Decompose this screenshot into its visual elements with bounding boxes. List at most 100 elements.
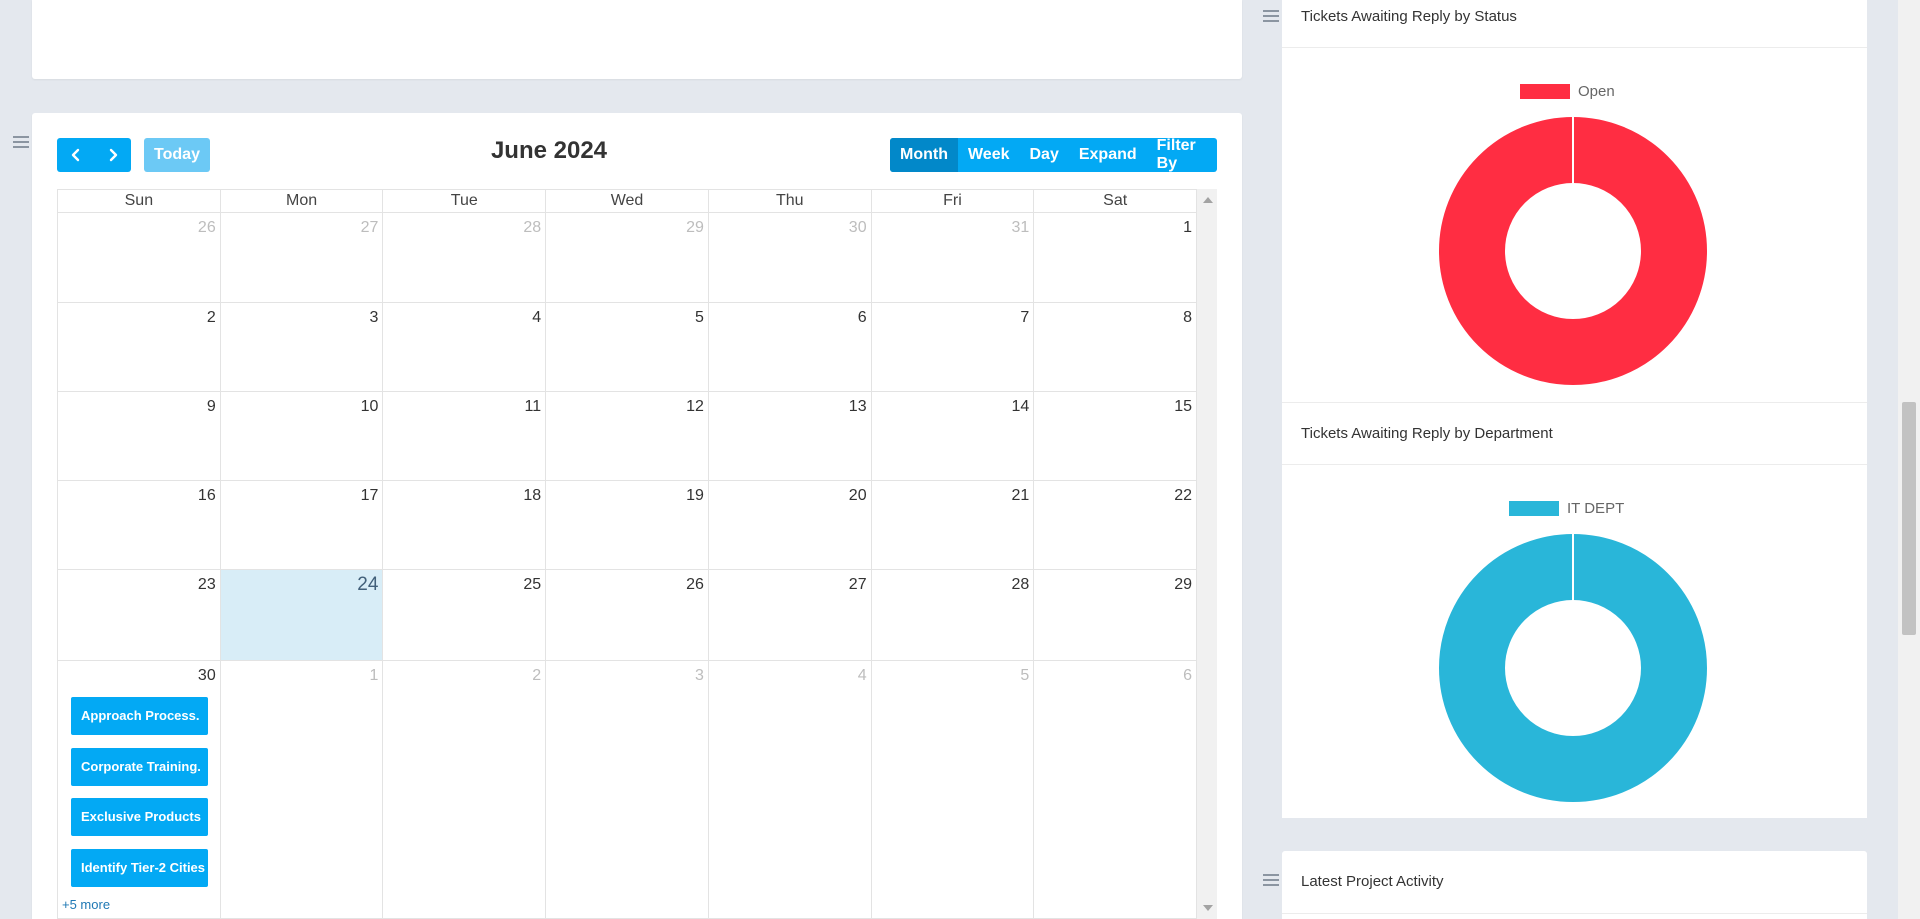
drag-handle-icon[interactable]	[13, 136, 29, 148]
day-cell[interactable]: 5	[546, 303, 709, 391]
status-donut-chart[interactable]	[1437, 115, 1709, 387]
day-cell[interactable]: 1	[1034, 213, 1196, 302]
day-number[interactable]: 31	[1012, 219, 1030, 237]
day-cell[interactable]: 27	[709, 570, 872, 660]
scroll-down-arrow-icon[interactable]	[1203, 905, 1213, 911]
day-number[interactable]: 24	[357, 574, 378, 596]
day-number[interactable]: 21	[1012, 487, 1030, 505]
day-number[interactable]: 27	[849, 576, 867, 594]
day-cell[interactable]: 14	[872, 392, 1035, 480]
day-number[interactable]: 12	[686, 398, 704, 416]
scroll-up-arrow-icon[interactable]	[1203, 197, 1213, 203]
day-number[interactable]: 7	[1020, 309, 1029, 327]
day-cell[interactable]: 6	[709, 303, 872, 391]
day-cell[interactable]: 20	[709, 481, 872, 569]
calendar-event[interactable]: Identify Tier-2 Cities	[71, 848, 208, 887]
day-number[interactable]: 22	[1174, 487, 1192, 505]
day-number[interactable]: 1	[370, 667, 379, 685]
day-number[interactable]: 27	[361, 219, 379, 237]
day-number[interactable]: 23	[198, 576, 216, 594]
day-number[interactable]: 10	[361, 398, 379, 416]
chart-legend[interactable]: IT DEPT	[1509, 500, 1624, 517]
calendar-event[interactable]: Corporate Training.	[71, 747, 208, 786]
day-number[interactable]: 19	[686, 487, 704, 505]
day-cell[interactable]: 3	[221, 303, 384, 391]
day-number[interactable]: 3	[370, 309, 379, 327]
calendar-event[interactable]: Approach Process.	[71, 697, 208, 735]
day-cell[interactable]: 11	[383, 392, 547, 480]
view-button-filter-by[interactable]: Filter By	[1147, 138, 1217, 172]
page-scrollbar[interactable]	[1898, 0, 1920, 919]
day-number[interactable]: 2	[207, 309, 216, 327]
day-cell[interactable]: 30 Approach Process. Corporate Training. Ex…	[58, 661, 221, 918]
day-number[interactable]: 6	[1183, 667, 1192, 685]
day-cell[interactable]: 2	[383, 661, 547, 918]
day-cell[interactable]: 29	[1034, 570, 1196, 660]
day-cell[interactable]: 30	[709, 213, 872, 302]
drag-handle-icon[interactable]	[1263, 10, 1279, 22]
day-number[interactable]: 4	[858, 667, 867, 685]
day-cell[interactable]: 31	[872, 213, 1035, 302]
day-cell[interactable]: 26	[546, 570, 709, 660]
day-cell[interactable]: 18	[383, 481, 547, 569]
day-cell-today[interactable]: 24	[220, 570, 384, 660]
calendar-event[interactable]: Exclusive Products	[71, 798, 208, 836]
day-number[interactable]: 18	[523, 487, 541, 505]
day-number[interactable]: 5	[695, 309, 704, 327]
day-number[interactable]: 25	[523, 576, 541, 594]
day-number[interactable]: 9	[207, 398, 216, 416]
day-number[interactable]: 30	[198, 667, 216, 685]
day-number[interactable]: 29	[686, 219, 704, 237]
day-cell[interactable]: 9	[58, 392, 221, 480]
day-cell[interactable]: 4	[709, 661, 872, 918]
day-cell[interactable]: 22	[1034, 481, 1196, 569]
day-cell[interactable]: 6	[1034, 661, 1196, 918]
page-scroll-thumb[interactable]	[1902, 402, 1916, 635]
day-cell[interactable]: 8	[1034, 303, 1196, 391]
day-number[interactable]: 26	[686, 576, 704, 594]
day-cell[interactable]: 3	[546, 661, 709, 918]
view-button-day[interactable]: Day	[1020, 138, 1069, 172]
day-cell[interactable]: 2	[58, 303, 221, 391]
view-button-week[interactable]: Week	[958, 138, 1020, 172]
day-cell[interactable]: 4	[383, 303, 547, 391]
day-cell[interactable]: 27	[221, 213, 384, 302]
calendar-scrollbar[interactable]	[1197, 189, 1217, 919]
day-number[interactable]: 2	[532, 667, 541, 685]
day-number[interactable]: 3	[695, 667, 704, 685]
day-number[interactable]: 15	[1174, 398, 1192, 416]
day-number[interactable]: 6	[858, 309, 867, 327]
day-number[interactable]: 26	[198, 219, 216, 237]
day-cell[interactable]: 15	[1034, 392, 1196, 480]
day-number[interactable]: 29	[1174, 576, 1192, 594]
day-cell[interactable]: 5	[872, 661, 1035, 918]
day-number[interactable]: 20	[849, 487, 867, 505]
day-number[interactable]: 8	[1183, 309, 1192, 327]
day-cell[interactable]: 1	[221, 661, 384, 918]
day-cell[interactable]: 17	[221, 481, 384, 569]
day-number[interactable]: 13	[849, 398, 867, 416]
view-button-expand[interactable]: Expand	[1069, 138, 1147, 172]
day-cell[interactable]: 23	[58, 570, 221, 660]
day-number[interactable]: 5	[1020, 667, 1029, 685]
day-cell[interactable]: 28	[383, 213, 547, 302]
day-cell[interactable]: 7	[872, 303, 1035, 391]
day-cell[interactable]: 13	[709, 392, 872, 480]
drag-handle-icon[interactable]	[1263, 874, 1279, 886]
view-button-month[interactable]: Month	[890, 138, 958, 172]
day-cell[interactable]: 10	[221, 392, 384, 480]
day-cell[interactable]: 19	[546, 481, 709, 569]
day-cell[interactable]: 21	[872, 481, 1035, 569]
day-number[interactable]: 1	[1183, 219, 1192, 237]
chart-legend[interactable]: Open	[1520, 83, 1615, 100]
day-cell[interactable]: 12	[546, 392, 709, 480]
day-cell[interactable]: 16	[58, 481, 221, 569]
day-number[interactable]: 4	[532, 309, 541, 327]
day-cell[interactable]: 28	[872, 570, 1035, 660]
day-cell[interactable]: 29	[546, 213, 709, 302]
day-number[interactable]: 28	[1012, 576, 1030, 594]
day-number[interactable]: 17	[361, 487, 379, 505]
day-number[interactable]: 28	[523, 219, 541, 237]
day-number[interactable]: 16	[198, 487, 216, 505]
day-number[interactable]: 11	[525, 398, 542, 416]
